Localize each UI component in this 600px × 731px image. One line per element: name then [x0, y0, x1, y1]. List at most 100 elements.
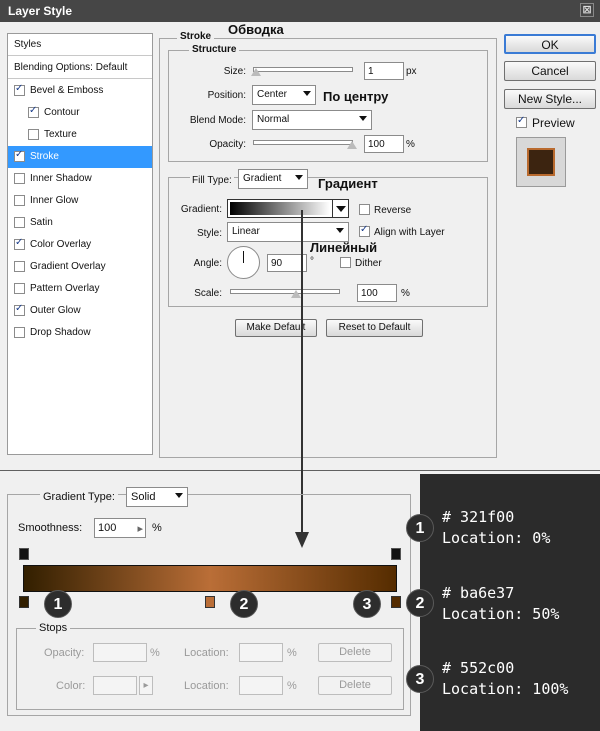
smoothness-input[interactable]: 100 ▸ — [94, 518, 146, 538]
stop-color-swatch[interactable] — [93, 676, 137, 695]
gradient-label: Gradient: — [180, 204, 222, 215]
align-with-layer-checkbox[interactable] — [359, 224, 370, 237]
chevron-down-icon — [295, 175, 303, 180]
scale-slider[interactable] — [230, 289, 340, 294]
angle-dial-needle — [243, 251, 244, 263]
color-stop-1[interactable] — [19, 596, 29, 608]
size-input[interactable]: 1 — [364, 62, 404, 80]
style-item-bevel[interactable]: Bevel & Emboss — [8, 80, 152, 102]
opacity-input[interactable]: 100 — [364, 135, 404, 153]
scale-input[interactable]: 100 — [357, 284, 397, 302]
style-item-contour[interactable]: Contour — [8, 102, 152, 124]
reverse-checkbox[interactable] — [359, 204, 370, 215]
style-item-stroke[interactable]: Stroke — [8, 146, 152, 168]
dither-checkbox[interactable] — [340, 257, 351, 268]
close-icon[interactable]: ⊠ — [580, 3, 594, 17]
delete-opacity-stop-button[interactable]: Delete — [318, 643, 392, 662]
outer-glow-checkbox[interactable] — [14, 303, 25, 316]
inner-glow-checkbox[interactable] — [14, 195, 25, 206]
smoothness-unit: % — [152, 522, 162, 534]
size-value: 1 — [368, 66, 374, 77]
chevron-down-icon — [359, 116, 367, 121]
preview-swatch — [527, 148, 555, 176]
stop-badge-1: 1 — [44, 590, 72, 618]
info-hex-3: # 552c00 — [442, 659, 515, 677]
gradient-type-dropdown[interactable]: Solid — [126, 487, 188, 507]
stop-opacity-label: Opacity: — [44, 647, 85, 659]
pattern-overlay-checkbox[interactable] — [14, 283, 25, 294]
size-slider-thumb[interactable] — [251, 68, 261, 76]
chevron-right-icon[interactable]: ▸ — [139, 676, 153, 695]
info-badge-1: 1 — [406, 514, 434, 542]
angle-value: 90 — [271, 258, 283, 269]
fill-type-dropdown[interactable]: Gradient — [238, 169, 308, 189]
blend-mode-label: Blend Mode: — [189, 115, 246, 126]
style-item-inner-shadow[interactable]: Inner Shadow — [8, 168, 152, 190]
smoothness-value: 100 — [98, 522, 117, 534]
opacity-stop-right[interactable] — [391, 548, 401, 560]
color-overlay-checkbox[interactable] — [14, 237, 25, 250]
new-style-button[interactable]: New Style... — [504, 89, 596, 109]
style-item-pattern-overlay[interactable]: Pattern Overlay — [8, 278, 152, 300]
stop-opacity-input[interactable] — [93, 643, 147, 662]
delete-color-stop-button[interactable]: Delete — [318, 676, 392, 695]
style-item-color-overlay[interactable]: Color Overlay — [8, 234, 152, 256]
gradient-bar[interactable] — [23, 565, 397, 592]
stroke-label: Stroke — [30, 151, 59, 162]
fill-type-annotation: Градиент — [318, 176, 378, 191]
angle-dial[interactable] — [227, 246, 260, 279]
stop-opacity-unit: % — [150, 647, 160, 659]
gradient-dropdown-button[interactable] — [332, 200, 348, 217]
drop-shadow-checkbox[interactable] — [14, 327, 25, 338]
styles-list: Styles Blending Options: Default Bevel &… — [7, 33, 153, 455]
style-item-texture[interactable]: Texture — [8, 124, 152, 146]
gradient-overlay-checkbox[interactable] — [14, 261, 25, 272]
angle-unit: ° — [310, 256, 314, 267]
styles-header[interactable]: Styles — [8, 34, 152, 56]
pattern-overlay-label: Pattern Overlay — [30, 283, 100, 294]
color-stop-3[interactable] — [391, 596, 401, 608]
delete-label: Delete — [339, 679, 371, 691]
inner-shadow-checkbox[interactable] — [14, 173, 25, 184]
opacity-slider-thumb[interactable] — [347, 141, 357, 149]
chevron-down-icon — [336, 228, 344, 233]
opacity-slider[interactable] — [253, 140, 353, 145]
position-dropdown[interactable]: Center — [252, 85, 316, 105]
bevel-checkbox[interactable] — [14, 83, 25, 96]
gradient-type-value: Solid — [131, 491, 156, 503]
preview-checkbox[interactable] — [516, 115, 527, 128]
style-dropdown[interactable]: Linear — [227, 222, 349, 242]
style-item-satin[interactable]: Satin — [8, 212, 152, 234]
opacity-value: 100 — [368, 139, 385, 150]
reset-default-button[interactable]: Reset to Default — [326, 319, 423, 337]
chevron-down-icon — [175, 493, 183, 498]
style-item-inner-glow[interactable]: Inner Glow — [8, 190, 152, 212]
stroke-annotation: Обводка — [228, 22, 284, 37]
blending-options[interactable]: Blending Options: Default — [8, 57, 152, 79]
chevron-right-icon[interactable]: ▸ — [137, 522, 143, 535]
style-label: Style: — [196, 228, 222, 239]
color-stop-2[interactable] — [205, 596, 215, 608]
satin-checkbox[interactable] — [14, 217, 25, 228]
opacity-stop-left[interactable] — [19, 548, 29, 560]
size-slider[interactable] — [253, 67, 353, 72]
stop-color-location-input[interactable] — [239, 676, 283, 695]
style-item-outer-glow[interactable]: Outer Glow — [8, 300, 152, 322]
preview-thumbnail — [516, 137, 566, 187]
stroke-checkbox[interactable] — [14, 149, 25, 162]
ok-button[interactable]: OK — [504, 34, 596, 54]
gradient-picker[interactable] — [227, 199, 349, 218]
stop-opacity-location-input[interactable] — [239, 643, 283, 662]
info-hex-2: # ba6e37 — [442, 584, 515, 602]
cancel-button[interactable]: Cancel — [504, 61, 596, 81]
style-item-drop-shadow[interactable]: Drop Shadow — [8, 322, 152, 344]
texture-checkbox[interactable] — [28, 129, 39, 140]
contour-checkbox[interactable] — [28, 105, 39, 118]
gradient-swatch[interactable] — [230, 202, 330, 215]
texture-label: Texture — [44, 129, 77, 140]
blend-mode-dropdown[interactable]: Normal — [252, 110, 372, 130]
styles-header-label: Styles — [14, 39, 42, 50]
style-item-gradient-overlay[interactable]: Gradient Overlay — [8, 256, 152, 278]
gradient-overlay-label: Gradient Overlay — [30, 261, 106, 272]
stops-group — [16, 628, 404, 710]
